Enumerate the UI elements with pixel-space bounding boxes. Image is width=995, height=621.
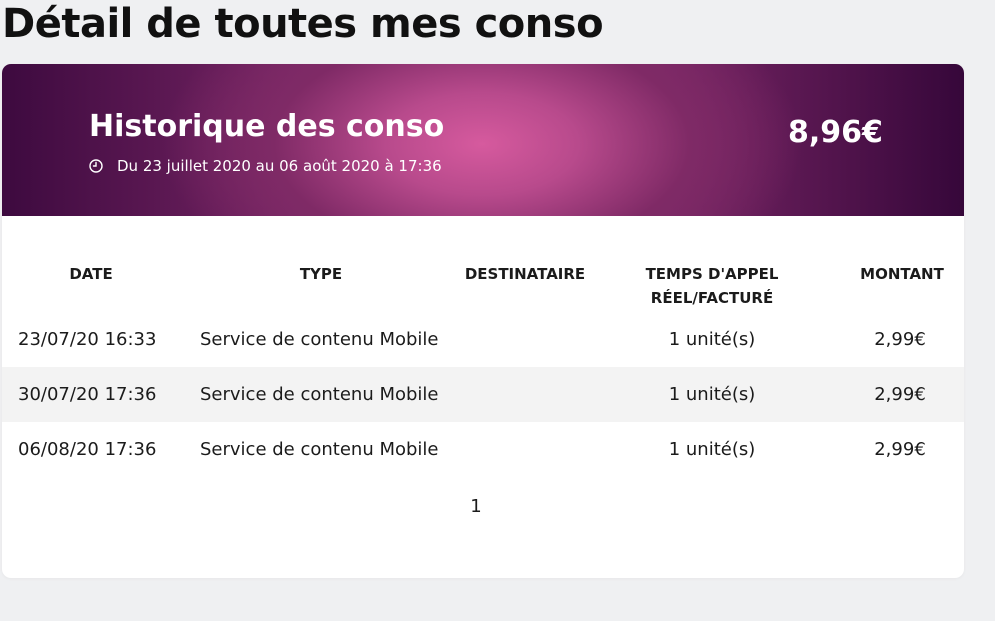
column-header-date: DATE	[69, 265, 113, 283]
row-date: 30/07/20 17:36	[18, 384, 157, 405]
history-period: Du 23 juillet 2020 au 06 août 2020 à 17:…	[89, 157, 442, 175]
table-row: 23/07/20 16:33 Service de contenu Mobile…	[2, 312, 964, 367]
history-header: Historique des conso Du 23 juillet 2020 …	[2, 64, 964, 216]
clock-icon	[89, 159, 103, 173]
consumption-table: DATE TYPE DESTINATAIRE TEMPS D'APPEL RÉE…	[2, 252, 964, 477]
row-temps: 1 unité(s)	[668, 329, 756, 350]
history-period-text: Du 23 juillet 2020 au 06 août 2020 à 17:…	[117, 157, 442, 175]
column-header-temps: TEMPS D'APPEL RÉEL/FACTURÉ	[612, 262, 812, 310]
row-montant: 2,99€	[874, 384, 926, 405]
pagination-page-current[interactable]: 1	[470, 496, 481, 517]
row-type: Service de contenu Mobile	[200, 439, 439, 460]
column-header-type: TYPE	[299, 265, 343, 283]
consumption-card: Historique des conso Du 23 juillet 2020 …	[2, 64, 964, 578]
table-row: 06/08/20 17:36 Service de contenu Mobile…	[2, 422, 964, 477]
row-type: Service de contenu Mobile	[200, 329, 439, 350]
history-total-amount: 8,96€	[788, 115, 883, 150]
page-title: Détail de toutes mes conso	[2, 1, 604, 47]
column-header-temps-line2: RÉEL/FACTURÉ	[650, 289, 774, 307]
column-header-destinataire: DESTINATAIRE	[464, 265, 586, 283]
row-temps: 1 unité(s)	[668, 439, 756, 460]
row-date: 23/07/20 16:33	[18, 329, 157, 350]
column-header-temps-line1: TEMPS D'APPEL	[645, 265, 779, 283]
pagination: 1	[2, 492, 950, 522]
row-date: 06/08/20 17:36	[18, 439, 157, 460]
row-montant: 2,99€	[874, 329, 926, 350]
table-header: DATE TYPE DESTINATAIRE TEMPS D'APPEL RÉE…	[2, 252, 964, 312]
row-montant: 2,99€	[874, 439, 926, 460]
table-row: 30/07/20 17:36 Service de contenu Mobile…	[2, 367, 964, 422]
row-temps: 1 unité(s)	[668, 384, 756, 405]
row-type: Service de contenu Mobile	[200, 384, 439, 405]
history-title: Historique des conso	[89, 109, 445, 144]
column-header-montant: MONTANT	[860, 265, 944, 283]
